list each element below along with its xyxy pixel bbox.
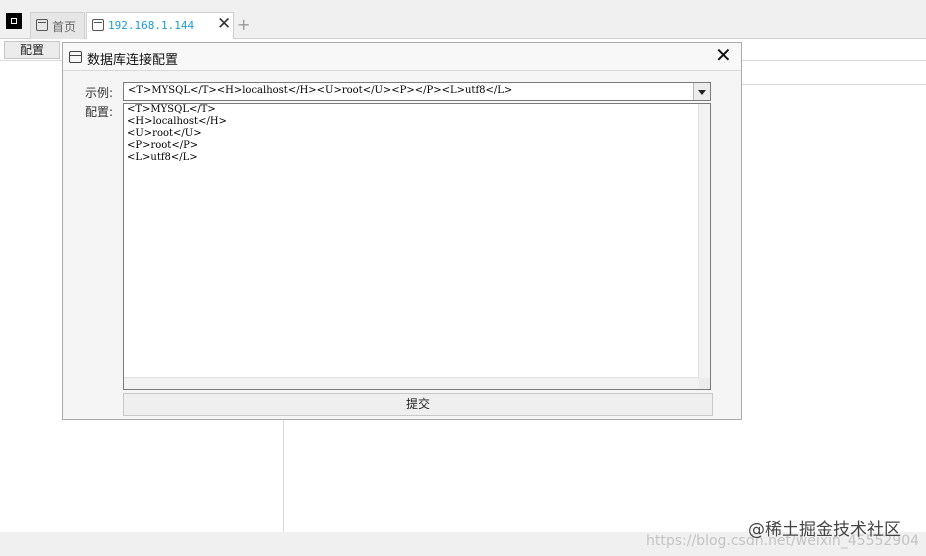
home-page-icon [36,19,48,31]
horizontal-scrollbar[interactable] [124,377,699,389]
chevron-down-icon[interactable] [693,83,710,100]
db-config-dialog: 数据库连接配置 ✕ 示例: <T>MYSQL</T><H>localhost</… [62,42,742,420]
config-label: 配置: [85,105,114,119]
tab-home[interactable]: 首页 [30,12,85,39]
config-textarea[interactable]: <T>MYSQL</T> <H>localhost</H> <U>root</U… [123,103,711,390]
tab-host-label: 192.168.1.144 [108,19,195,32]
database-icon [92,19,104,31]
window-icon [69,51,82,63]
example-label: 示例: [85,86,114,100]
example-select-value: <T>MYSQL</T><H>localhost</H><U>root</U><… [128,85,513,96]
submit-button[interactable]: 提交 [123,393,713,416]
example-select[interactable]: <T>MYSQL</T><H>localhost</H><U>root</U><… [123,82,711,101]
tab-host[interactable]: 192.168.1.144 ✕ [86,12,234,39]
config-button[interactable]: 配置 [4,41,60,59]
tab-home-label: 首页 [52,20,77,34]
vertical-scrollbar[interactable] [698,104,710,378]
tab-close-icon[interactable]: ✕ [217,14,231,34]
add-tab-icon[interactable]: + [237,15,250,34]
resize-grip-icon[interactable] [699,378,710,389]
content-divider [742,84,926,85]
tab-bar: 首页 192.168.1.144 ✕ + [0,0,926,39]
config-text: <T>MYSQL</T> <H>localhost</H> <U>root</U… [127,104,227,163]
dialog-header: 数据库连接配置 ✕ [63,43,741,71]
dialog-title: 数据库连接配置 [87,53,179,68]
close-icon[interactable]: ✕ [715,43,732,67]
brand-watermark: @稀土掘金技术社区 [748,520,901,540]
app-logo-icon[interactable] [6,13,22,29]
